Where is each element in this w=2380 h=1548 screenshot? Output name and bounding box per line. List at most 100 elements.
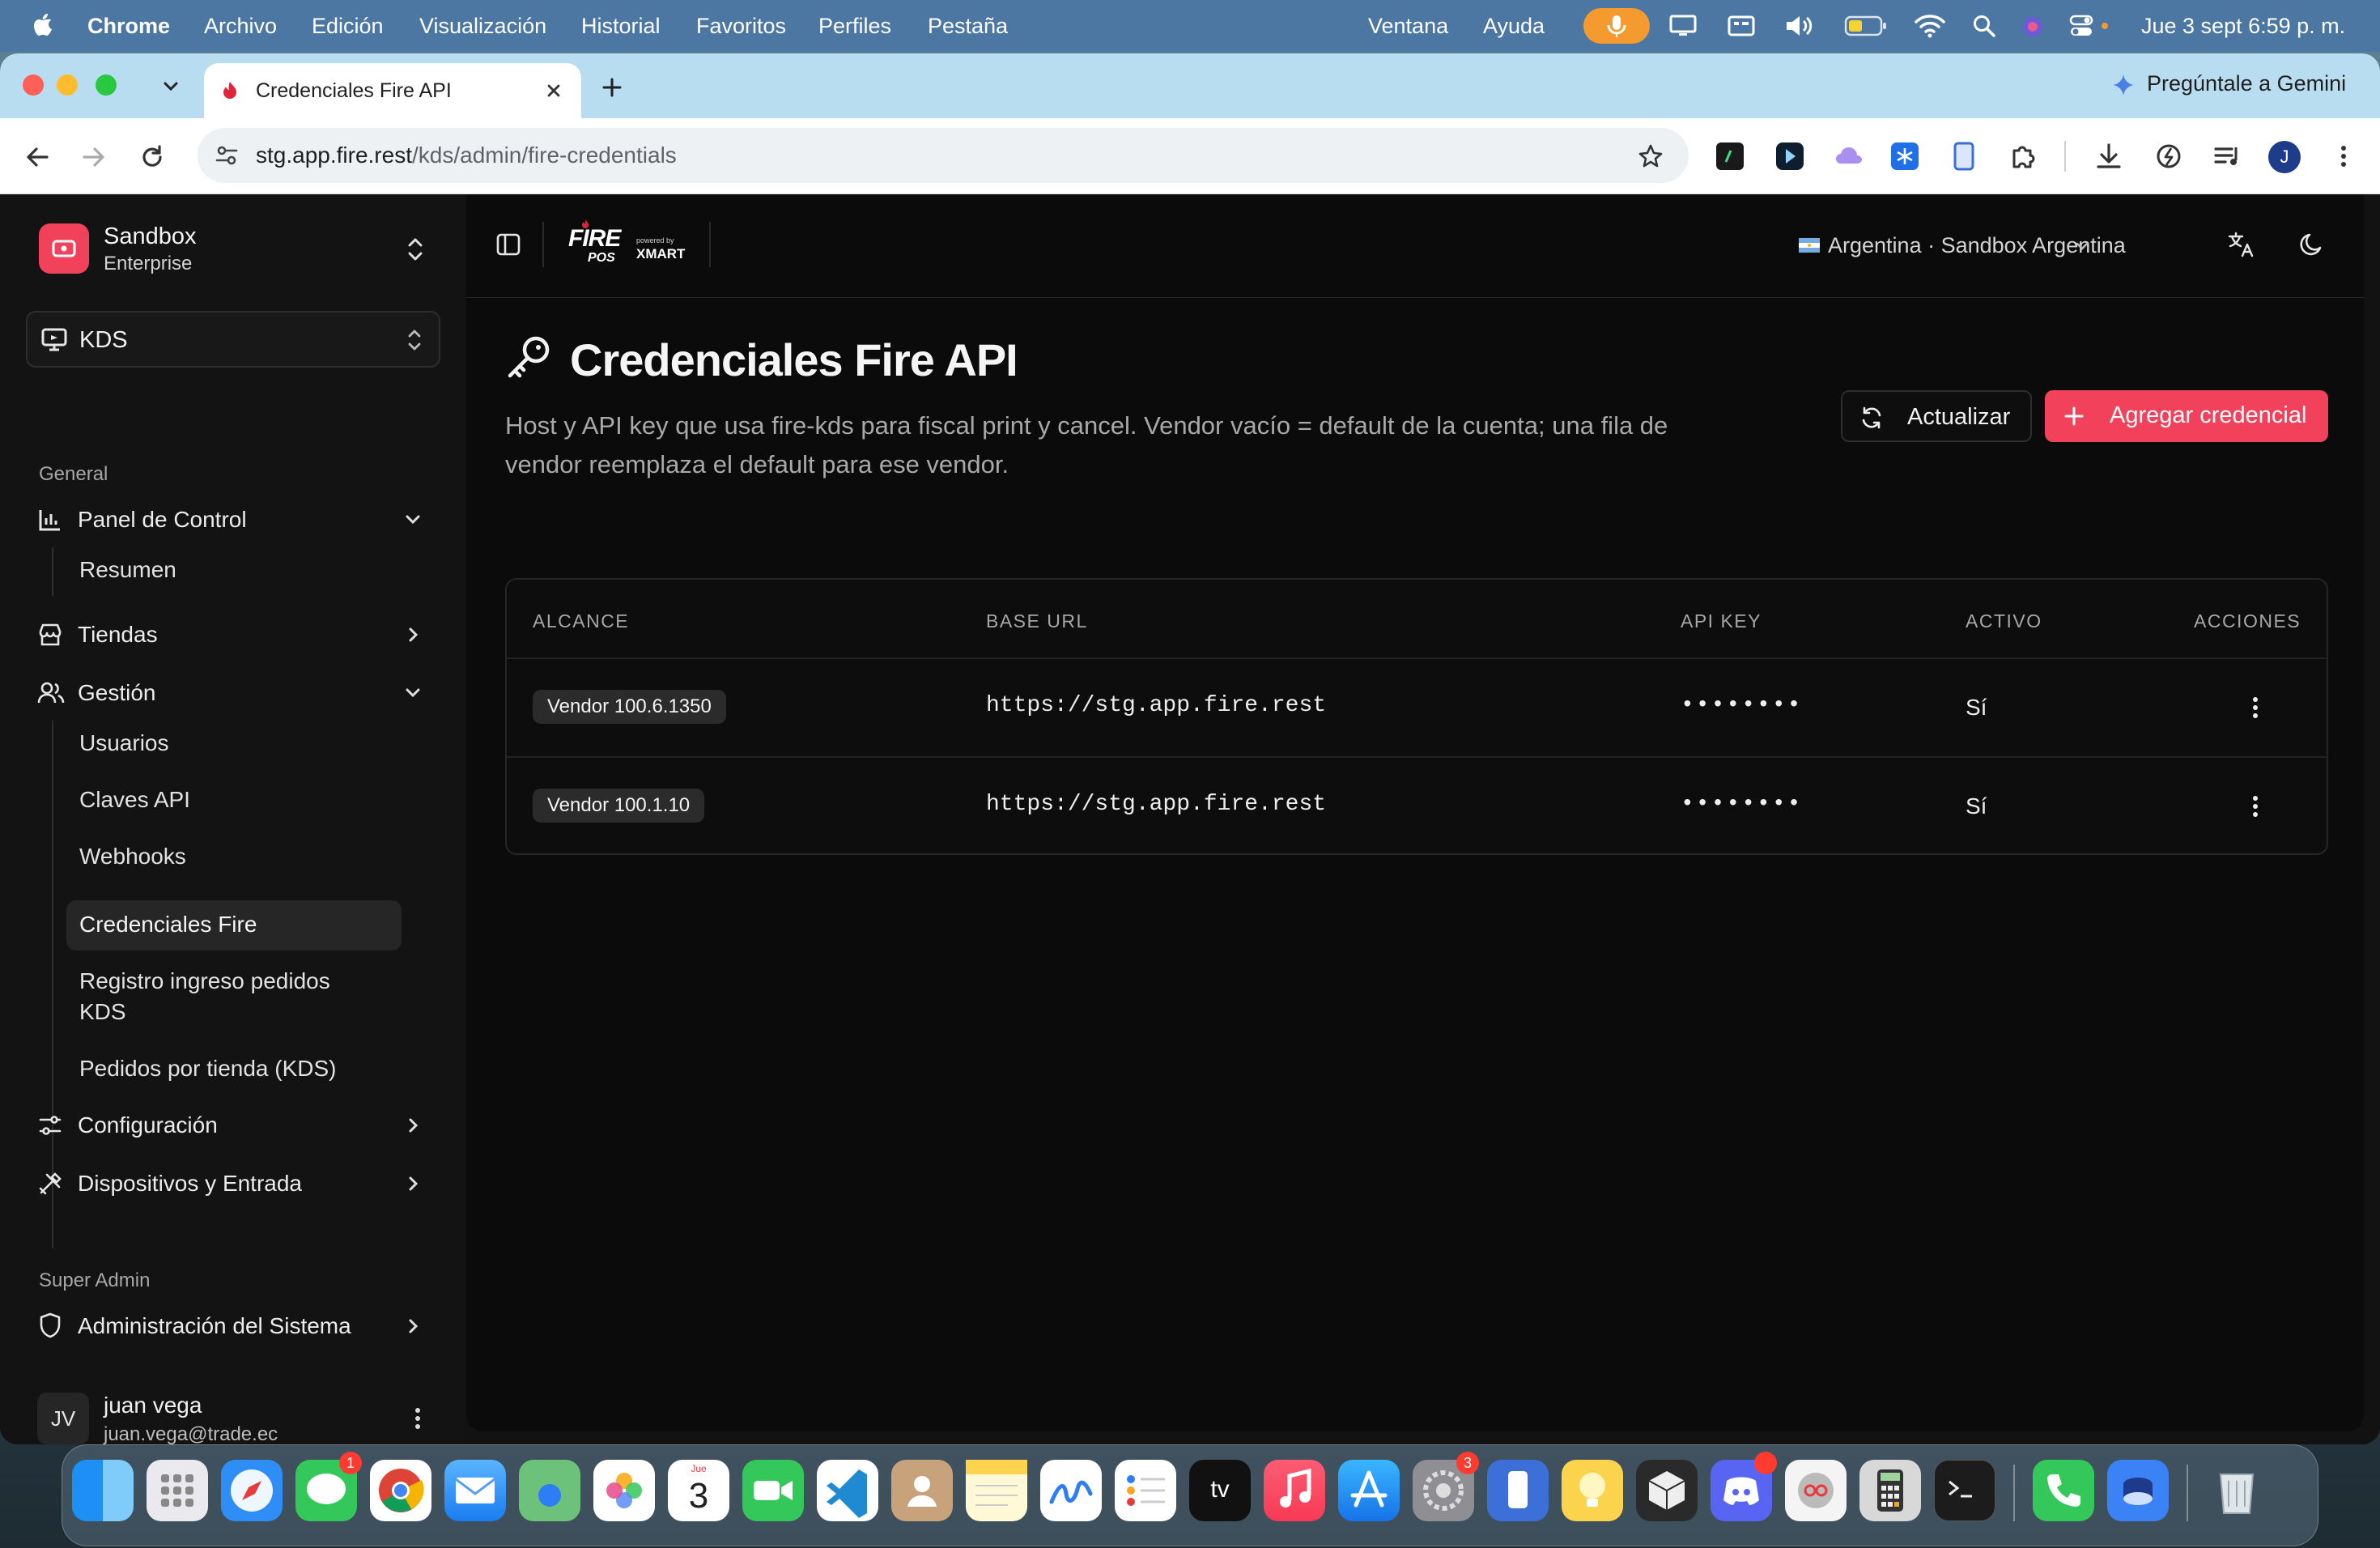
display-icon[interactable]	[1669, 15, 1697, 37]
microphone-indicator[interactable]	[1583, 8, 1650, 44]
bulb-app-icon[interactable]	[1562, 1460, 1623, 1521]
back-arrow-icon[interactable]	[23, 142, 52, 172]
bookmark-star-icon[interactable]	[1637, 142, 1664, 170]
downloads-icon[interactable]	[2093, 141, 2124, 172]
window-zoom-button[interactable]	[96, 74, 117, 96]
menu-favoritos[interactable]: Favoritos	[696, 0, 786, 52]
org-switcher[interactable]: Sandbox Enterprise	[23, 219, 444, 279]
spotlight-search-icon[interactable]	[1972, 14, 1996, 38]
row-actions-more-icon[interactable]	[2246, 792, 2265, 821]
nav-configuracion[interactable]: Configuración	[26, 1103, 440, 1148]
active-tab[interactable]: Credenciales Fire API	[204, 63, 581, 118]
phone-icon[interactable]	[2033, 1460, 2094, 1521]
menu-archivo[interactable]: Archivo	[204, 0, 277, 52]
nav-claves-api[interactable]: Claves API	[79, 787, 190, 813]
col-header-actions: ACCIONES	[2194, 610, 2301, 632]
nav-admin-sistema[interactable]: Administración del Sistema	[26, 1303, 440, 1349]
reload-icon[interactable]	[138, 142, 167, 172]
safari-icon[interactable]	[221, 1460, 283, 1521]
nav-pedidos-tienda[interactable]: Pedidos por tienda (KDS)	[79, 1056, 337, 1082]
profile-avatar[interactable]: J	[2268, 141, 2301, 173]
music-icon[interactable]	[1264, 1460, 1325, 1521]
nav-resumen[interactable]: Resumen	[79, 557, 176, 583]
menu-ayuda[interactable]: Ayuda	[1483, 0, 1545, 52]
extension-terminal-icon[interactable]	[1716, 142, 1744, 170]
terminal-icon[interactable]	[1934, 1460, 1995, 1521]
nav-gestion[interactable]: Gestión	[26, 670, 440, 716]
forward-arrow-icon[interactable]	[79, 142, 108, 172]
3d-box-app-icon[interactable]	[1636, 1460, 1698, 1521]
mail-icon[interactable]	[444, 1460, 506, 1521]
site-info-icon[interactable]	[214, 142, 240, 168]
window-minimize-button[interactable]	[57, 74, 78, 96]
refresh-button[interactable]: Actualizar	[1841, 390, 2032, 442]
facetime-icon[interactable]	[742, 1460, 804, 1521]
more-vertical-icon[interactable]	[408, 1404, 427, 1433]
extension-play-icon[interactable]	[1776, 142, 1804, 170]
address-bar[interactable]: stg.app.fire.rest/kds/admin/fire-credent…	[198, 128, 1689, 183]
disk-app-icon[interactable]	[2107, 1460, 2169, 1521]
gemini-button[interactable]: Pregúntale a Gemini	[2147, 71, 2346, 96]
vscode-icon[interactable]	[817, 1460, 878, 1521]
battery-icon[interactable]	[1844, 15, 1888, 37]
sidebar-toggle-icon[interactable]	[495, 232, 521, 257]
notes-icon[interactable]	[966, 1460, 1027, 1521]
keyboard-layout-icon[interactable]	[1728, 15, 1755, 37]
nav-dispositivos[interactable]: Dispositivos y Entrada	[26, 1161, 440, 1206]
add-credential-button[interactable]: Agregar credencial	[2045, 390, 2328, 442]
row-actions-more-icon[interactable]	[2246, 693, 2265, 722]
extension-snowflake-icon[interactable]	[1891, 142, 1919, 170]
module-select[interactable]: KDS	[26, 311, 440, 368]
loop-app-icon[interactable]	[1785, 1460, 1847, 1521]
new-tab-icon[interactable]	[599, 74, 625, 100]
tab-close-icon[interactable]	[542, 79, 565, 102]
menu-pestana[interactable]: Pestaña	[928, 0, 1008, 52]
siri-icon[interactable]	[2021, 15, 2045, 39]
launchpad-icon[interactable]	[147, 1460, 208, 1521]
location-selector[interactable]: Argentina · Sandbox Argentina	[1799, 230, 2126, 262]
photos-icon[interactable]	[593, 1460, 655, 1521]
menu-visualizacion[interactable]: Visualización	[419, 0, 546, 52]
reminders-icon[interactable]	[1115, 1460, 1176, 1521]
freeform-icon[interactable]	[1040, 1460, 1102, 1521]
moon-icon[interactable]	[2297, 230, 2327, 259]
nav-panel-control[interactable]: Panel de Control	[26, 497, 440, 542]
chevron-right-icon	[409, 1176, 419, 1191]
tab-search-chevron-icon[interactable]	[160, 76, 181, 97]
nav-credenciales-fire-active[interactable]: Credenciales Fire	[66, 900, 402, 950]
menu-datetime[interactable]: Jue 3 sept 6:59 p. m.	[2141, 0, 2345, 52]
apple-menu-icon[interactable]	[32, 0, 53, 52]
trash-icon[interactable]	[2206, 1460, 2267, 1521]
user-menu[interactable]: JV juan vega juan.vega@trade.ec	[23, 1386, 444, 1444]
media-controls-icon[interactable]	[2212, 141, 2242, 172]
window-close-button[interactable]	[23, 74, 44, 96]
extension-device-icon[interactable]	[1951, 141, 1977, 172]
menu-historial[interactable]: Historial	[581, 0, 661, 52]
menu-app-name[interactable]: Chrome	[87, 0, 170, 52]
menu-perfiles[interactable]: Perfiles	[818, 0, 891, 52]
control-center-icon[interactable]	[2069, 13, 2111, 39]
nav-usuarios[interactable]: Usuarios	[79, 730, 168, 756]
fire-pos-logo: FIRE POS powered by XMART	[568, 219, 695, 272]
nav-webhooks[interactable]: Webhooks	[79, 844, 186, 870]
finder-icon[interactable]	[72, 1460, 134, 1521]
volume-icon[interactable]	[1784, 13, 1817, 39]
calculator-icon[interactable]	[1859, 1460, 1921, 1521]
menu-edicion[interactable]: Edición	[312, 0, 384, 52]
translate-icon[interactable]	[2226, 230, 2255, 259]
menu-ventana[interactable]: Ventana	[1368, 0, 1448, 52]
contacts-icon[interactable]	[891, 1460, 953, 1521]
maps-icon[interactable]	[519, 1460, 580, 1521]
nav-tiendas-row[interactable]: Tiendas	[26, 612, 440, 657]
performance-icon[interactable]	[2153, 141, 2184, 172]
calendar-icon[interactable]: Jue 3	[668, 1460, 729, 1521]
chrome-icon[interactable]	[370, 1460, 431, 1521]
chrome-menu-icon[interactable]	[2331, 141, 2356, 172]
app-store-icon[interactable]	[1338, 1460, 1400, 1521]
simulator-icon[interactable]	[1487, 1460, 1549, 1521]
extensions-puzzle-icon[interactable]	[2008, 141, 2038, 172]
apple-tv-icon[interactable]: tv	[1189, 1460, 1251, 1521]
nav-registro-ingreso[interactable]: Registro ingreso pedidos KDS	[66, 962, 402, 1031]
wifi-icon[interactable]	[1914, 13, 1946, 39]
extension-cloud-icon[interactable]	[1834, 142, 1864, 170]
